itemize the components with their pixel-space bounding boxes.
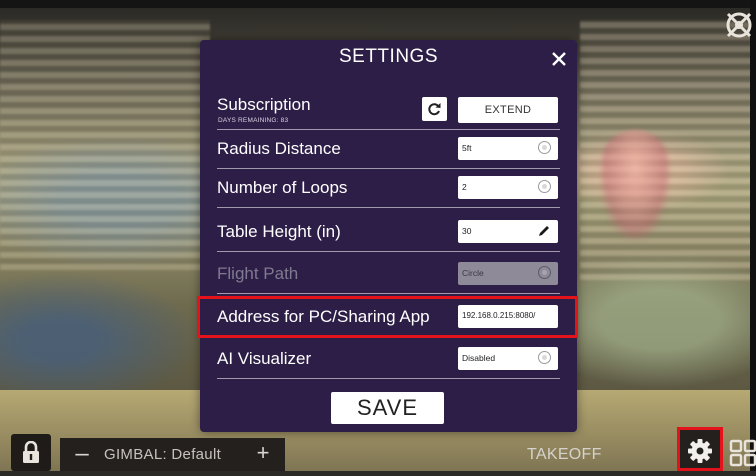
refresh-button[interactable] <box>422 97 447 121</box>
flight-path-select: Circle <box>458 262 558 285</box>
radius-distance-row: Radius Distance 5ft <box>217 132 560 169</box>
table-height-value: 30 <box>462 226 472 236</box>
table-height-input[interactable]: 30 <box>458 220 558 243</box>
lock-button[interactable] <box>11 434 51 471</box>
flight-path-label: Flight Path <box>217 264 299 283</box>
number-of-loops-select[interactable]: 2 <box>458 176 558 199</box>
gimbal-label: GIMBAL: Default <box>104 446 222 463</box>
table-height-label: Table Height (in) <box>217 222 341 241</box>
radius-distance-label: Radius Distance <box>217 139 341 158</box>
radius-distance-value: 5ft <box>462 143 472 153</box>
number-of-loops-value: 2 <box>462 182 467 192</box>
save-button[interactable]: SAVE <box>331 392 444 424</box>
grid-button[interactable] <box>728 434 756 471</box>
number-of-loops-row: Number of Loops 2 <box>217 171 560 208</box>
ai-visualizer-select[interactable]: Disabled <box>458 347 558 370</box>
grid-icon <box>729 439 756 467</box>
lock-icon <box>23 441 39 463</box>
modal-title: SETTINGS <box>338 46 438 67</box>
flight-path-row: Flight Path Circle <box>217 257 560 294</box>
subscription-label: Subscription <box>217 95 311 114</box>
refresh-icon <box>428 103 441 116</box>
table-height-row: Table Height (in) 30 <box>217 215 560 252</box>
dropdown-knob-icon <box>538 351 551 364</box>
number-of-loops-label: Number of Loops <box>217 178 348 197</box>
dropdown-knob-icon <box>538 141 551 154</box>
extend-button[interactable]: EXTEND <box>458 97 558 123</box>
ai-visualizer-row: AI Visualizer Disabled <box>217 342 560 379</box>
days-remaining-text: DAYS REMAINING: 83 <box>218 117 289 124</box>
gimbal-plus-button[interactable]: + <box>253 440 273 466</box>
ai-visualizer-value: Disabled <box>462 353 496 363</box>
settings-modal: SETTINGS Subscription DAYS REMAINING: 83… <box>200 40 577 432</box>
ai-visualizer-label: AI Visualizer <box>217 349 312 368</box>
dropdown-knob-icon <box>538 180 551 193</box>
address-highlight-box <box>197 296 578 338</box>
close-icon[interactable] <box>549 49 569 69</box>
flight-path-value: Circle <box>462 268 484 278</box>
pencil-icon <box>539 226 549 236</box>
obstacle-avoidance-icon[interactable] <box>722 8 756 42</box>
radius-distance-select[interactable]: 5ft <box>458 137 558 160</box>
gimbal-minus-button[interactable]: – <box>72 440 92 468</box>
dropdown-knob-icon <box>538 266 551 279</box>
settings-highlight-box <box>677 427 723 471</box>
takeoff-button[interactable]: TAKEOFF <box>527 446 602 464</box>
subscription-row: Subscription DAYS REMAINING: 83 EXTEND <box>217 91 560 130</box>
